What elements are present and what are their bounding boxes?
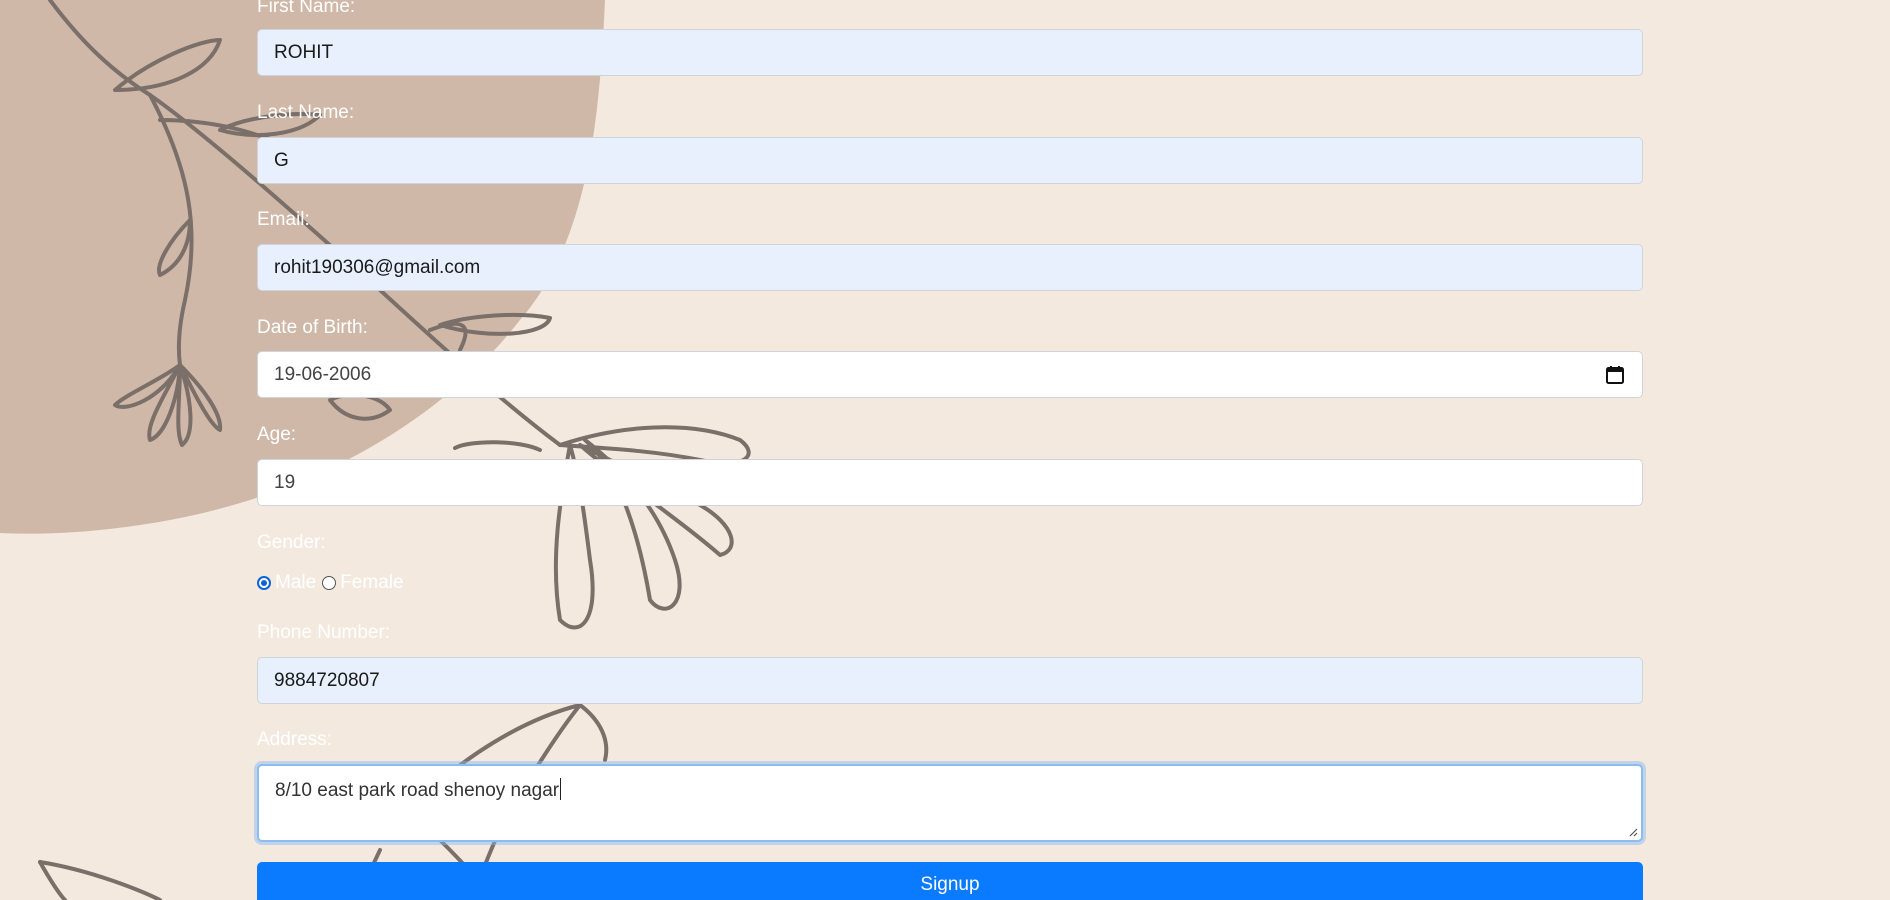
address-label: Address: [257, 729, 332, 750]
gender-male-label[interactable]: Male [275, 572, 316, 594]
gender-radio-group: Male Female [257, 572, 404, 594]
last-name-value: G [274, 149, 289, 171]
age-label: Age: [257, 424, 297, 445]
signup-form: First Name: ROHIT Last Name: G Email: ro… [0, 0, 1890, 900]
last-name-label: Last Name: [257, 102, 355, 123]
email-input[interactable]: rohit190306@gmail.com [257, 244, 1643, 291]
age-value: 19 [274, 471, 296, 493]
last-name-input[interactable]: G [257, 137, 1643, 184]
dob-input[interactable]: 19-06-2006 [257, 351, 1643, 398]
email-value: rohit190306@gmail.com [274, 256, 481, 278]
gender-female-label[interactable]: Female [340, 572, 403, 594]
gender-label: Gender: [257, 532, 326, 553]
resize-grip-icon[interactable] [1628, 827, 1638, 837]
first-name-label: First Name: [257, 0, 356, 17]
calendar-icon[interactable] [1605, 365, 1625, 385]
first-name-input[interactable]: ROHIT [257, 29, 1643, 76]
signup-button[interactable]: Signup [257, 862, 1643, 900]
text-cursor [560, 778, 562, 800]
phone-input[interactable]: 9884720807 [257, 657, 1643, 704]
gender-male-radio[interactable] [257, 576, 271, 590]
gender-female-radio[interactable] [322, 576, 337, 590]
first-name-value: ROHIT [274, 41, 334, 63]
address-value: 8/10 east park road shenoy nagar [275, 780, 560, 801]
phone-value: 9884720807 [274, 669, 380, 691]
address-textarea[interactable]: 8/10 east park road shenoy nagar [257, 764, 1643, 842]
dob-value: 19-06-2006 [274, 363, 372, 385]
email-label: Email: [257, 209, 310, 230]
dob-label: Date of Birth: [257, 317, 368, 338]
phone-label: Phone Number: [257, 622, 391, 643]
age-input[interactable]: 19 [257, 459, 1643, 506]
